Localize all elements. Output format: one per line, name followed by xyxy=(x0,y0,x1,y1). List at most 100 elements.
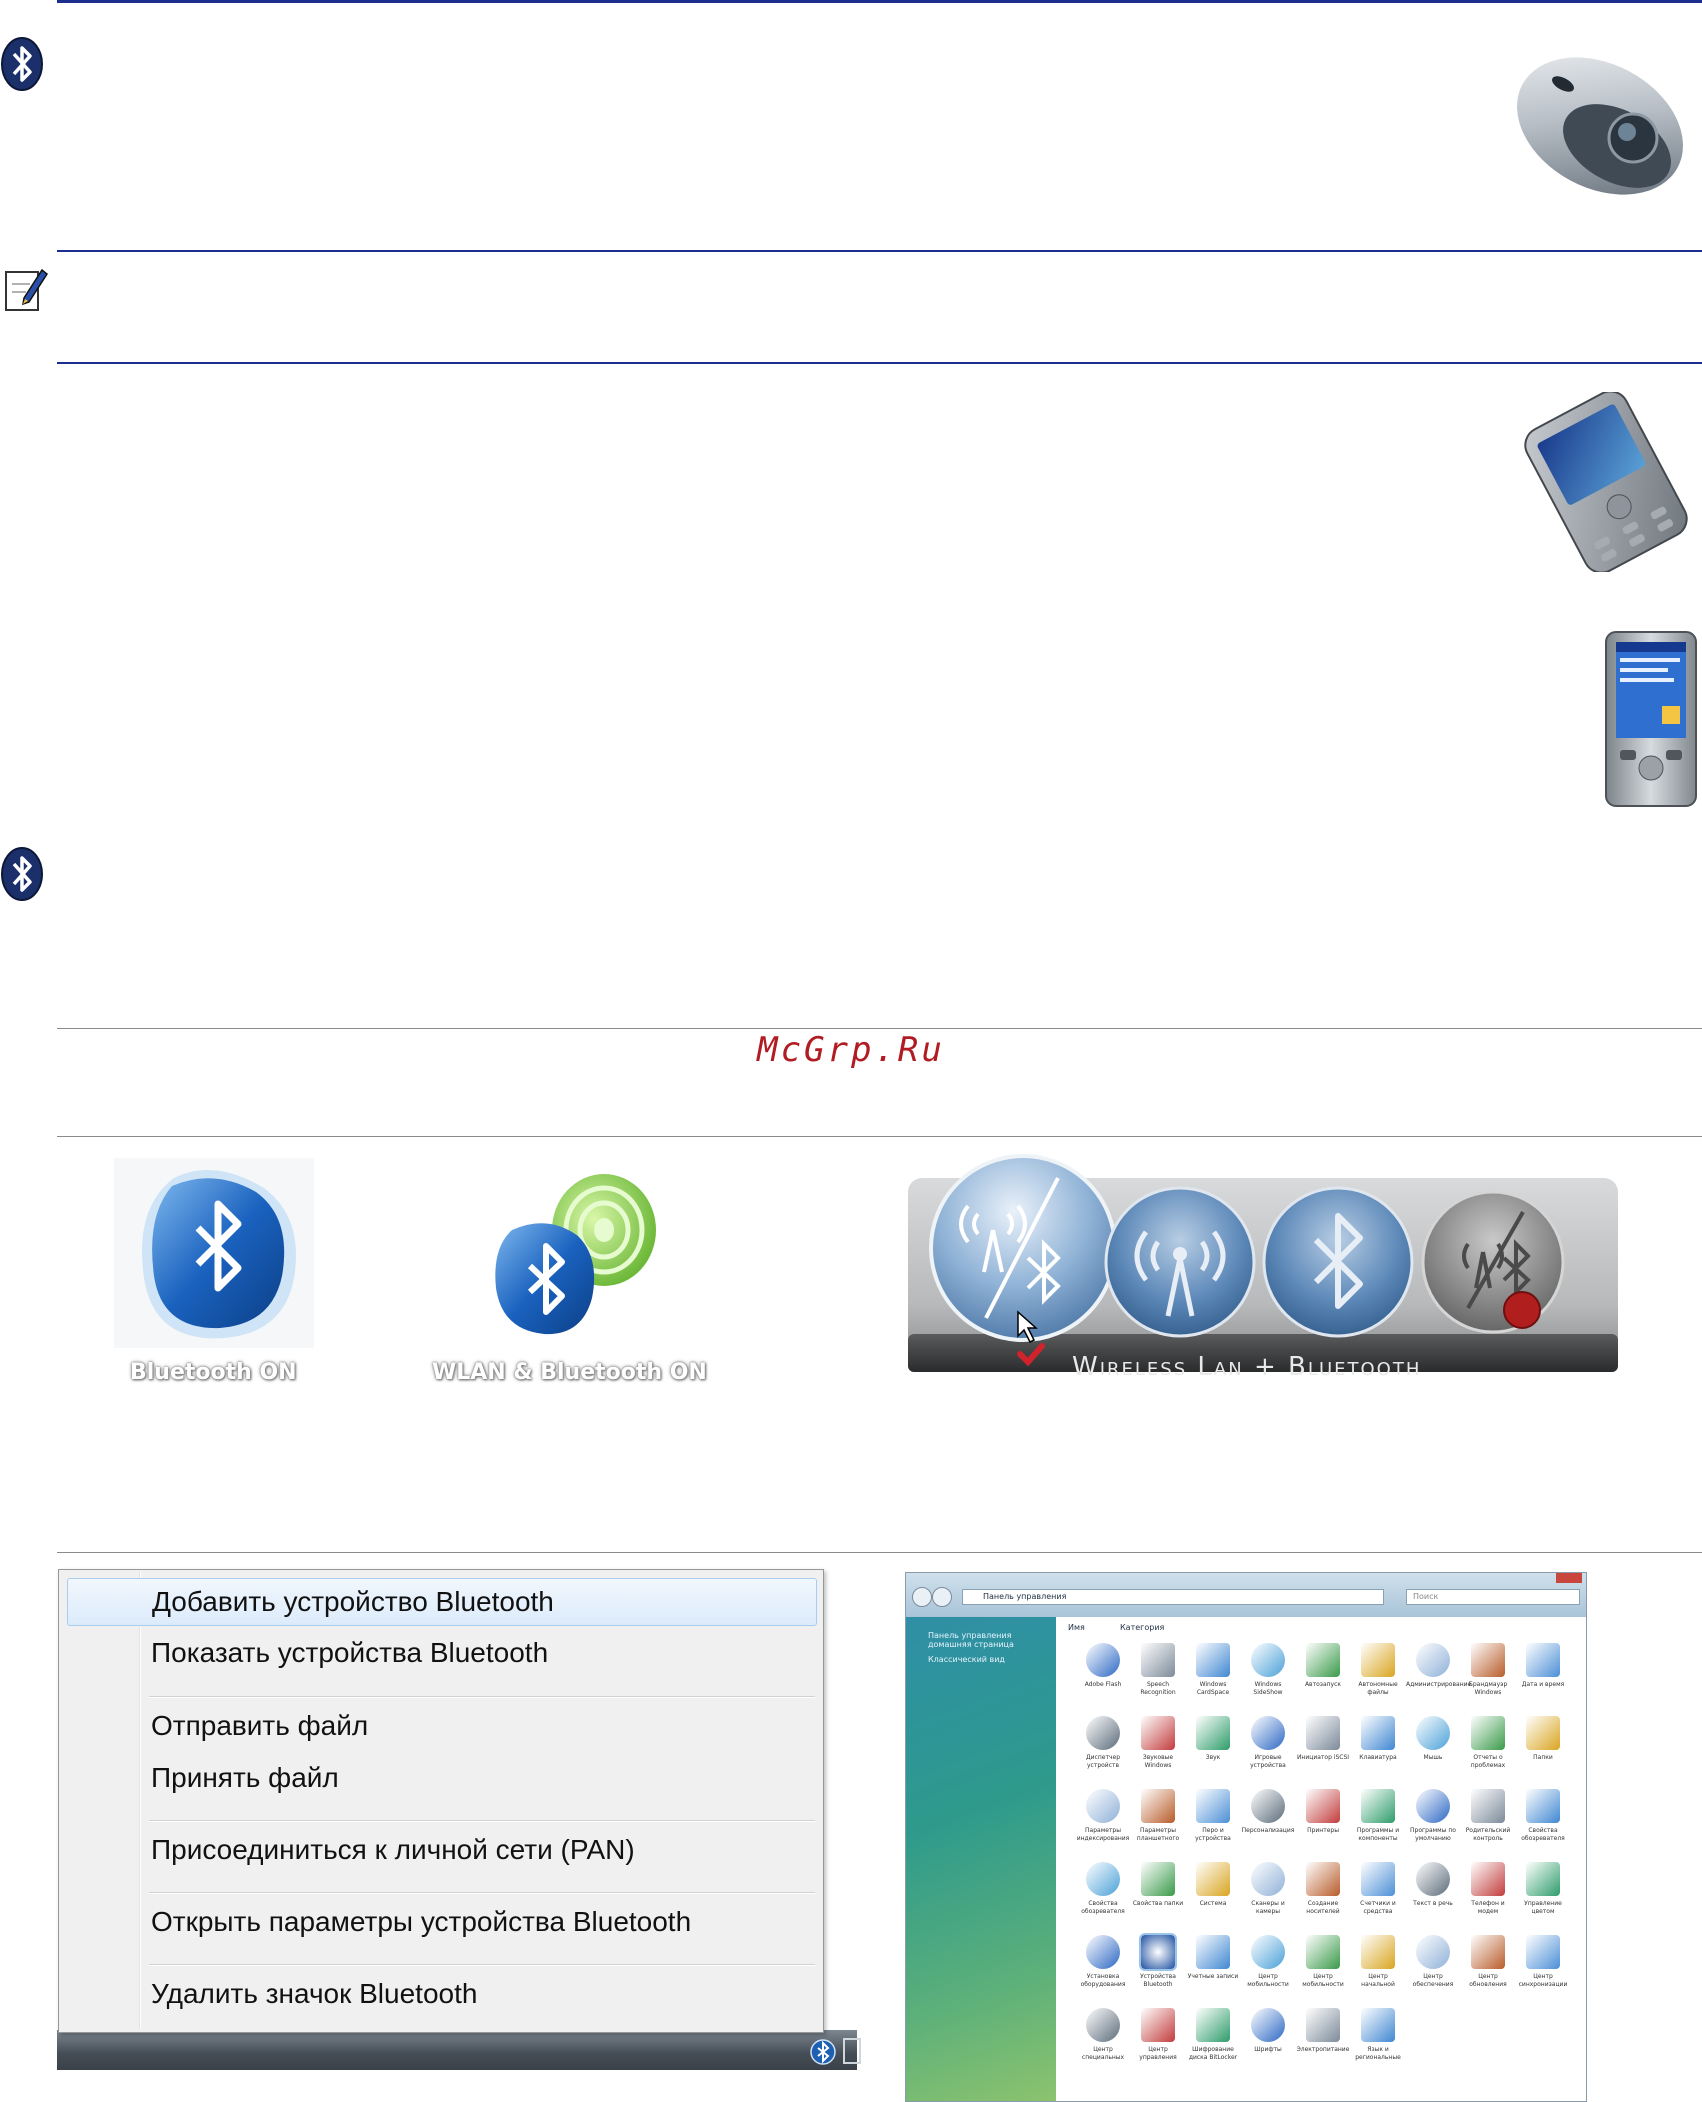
control-panel-item-icon[interactable] xyxy=(1361,1716,1395,1750)
control-panel-item-icon[interactable] xyxy=(1471,1935,1505,1969)
control-panel-item-label: Программы и компоненты xyxy=(1356,1827,1400,1842)
control-panel-item-icon[interactable] xyxy=(1196,1643,1230,1677)
control-panel-item-icon[interactable] xyxy=(1416,1935,1450,1969)
control-panel-item-icon[interactable] xyxy=(1306,1716,1340,1750)
wireless-mode-label: Wireless Lan + Bluetooth xyxy=(1072,1352,1422,1382)
control-panel-item-icon[interactable] xyxy=(1416,1716,1450,1750)
control-panel-item-label: Управление цветом xyxy=(1524,1900,1562,1915)
bluetooth-tray-icon[interactable] xyxy=(809,2038,837,2066)
control-panel-item-icon[interactable] xyxy=(1361,2008,1395,2042)
menu-separator xyxy=(149,1964,815,1966)
control-panel-item-label: Учетные записи xyxy=(1187,1973,1239,1980)
menu-item-label: Открыть параметры устройства Bluetooth xyxy=(151,1906,692,1937)
back-button[interactable] xyxy=(912,1587,932,1607)
search-field[interactable]: Поиск xyxy=(1406,1589,1580,1605)
menu-separator xyxy=(149,1892,815,1894)
control-panel-item-icon[interactable] xyxy=(1251,1862,1285,1896)
control-panel-item-label: Папки xyxy=(1533,1754,1553,1761)
menu-item-join-pan[interactable]: Присоединиться к личной сети (PAN) xyxy=(67,1827,815,1873)
control-panel-item-icon[interactable] xyxy=(1196,1862,1230,1896)
control-panel-item-label: Центр синхронизации xyxy=(1518,1973,1568,1988)
control-panel-item-icon[interactable] xyxy=(1141,1716,1175,1750)
control-panel-item-icon[interactable] xyxy=(1086,1862,1120,1896)
control-panel-item-icon[interactable] xyxy=(1086,1789,1120,1823)
control-panel-item-label: Администрирование xyxy=(1406,1681,1472,1688)
menu-item-remove-icon[interactable]: Удалить значок Bluetooth xyxy=(67,1971,815,2017)
control-panel-item-icon[interactable] xyxy=(1139,1933,1177,1971)
control-panel-item-icon[interactable] xyxy=(1086,1716,1120,1750)
control-panel-item-label: Игровые устройства xyxy=(1250,1754,1286,1769)
control-panel-item-icon[interactable] xyxy=(1086,1935,1120,1969)
control-panel-item-label: Создание носителей xyxy=(1306,1900,1340,1915)
control-panel-item-label: Дата и время xyxy=(1521,1681,1565,1688)
control-panel-item-icon[interactable] xyxy=(1141,1789,1175,1823)
control-panel-item-icon[interactable] xyxy=(1526,1643,1560,1677)
rule-above-screenshots xyxy=(57,1552,1702,1553)
menu-item-add-device[interactable]: Добавить устройство Bluetooth xyxy=(67,1578,817,1626)
control-panel-item-icon[interactable] xyxy=(1416,1789,1450,1823)
control-panel-item-icon[interactable] xyxy=(1471,1716,1505,1750)
rule-after-note xyxy=(57,362,1702,364)
control-panel-item-icon[interactable] xyxy=(1086,2008,1120,2042)
address-text: Панель управления xyxy=(983,1592,1067,1601)
control-panel-item-icon[interactable] xyxy=(1086,1643,1120,1677)
rule-above-watermark xyxy=(57,1028,1702,1029)
control-panel-item-icon[interactable] xyxy=(1471,1862,1505,1896)
forward-button[interactable] xyxy=(932,1587,952,1607)
control-panel-item-icon[interactable] xyxy=(1251,1716,1285,1750)
mobile-phone-image xyxy=(1524,392,1688,572)
control-panel-item-icon[interactable] xyxy=(1306,1935,1340,1969)
search-placeholder: Поиск xyxy=(1413,1592,1439,1601)
control-panel-item-icon[interactable] xyxy=(1361,1789,1395,1823)
control-panel-toolbar: Панель управления Поиск xyxy=(906,1573,1586,1617)
control-panel-item-icon[interactable] xyxy=(1196,2008,1230,2042)
column-header-name[interactable]: Имя xyxy=(1068,1623,1085,1632)
control-panel-item-icon[interactable] xyxy=(1416,1862,1450,1896)
sidebar-link-home[interactable]: Панель управления домашняя страница xyxy=(928,1631,1038,1649)
control-panel-item-label: Шрифты xyxy=(1254,2046,1282,2053)
control-panel-item-icon[interactable] xyxy=(1196,1789,1230,1823)
control-panel-item-icon[interactable] xyxy=(1471,1789,1505,1823)
sidebar-link-classic-view[interactable]: Классический вид xyxy=(928,1655,1038,1664)
control-panel-item-icon[interactable] xyxy=(1196,1716,1230,1750)
control-panel-item-icon[interactable] xyxy=(1306,1789,1340,1823)
control-panel-item-icon[interactable] xyxy=(1361,1862,1395,1896)
pda-image xyxy=(1605,631,1697,807)
control-panel-item-icon[interactable] xyxy=(1251,1643,1285,1677)
control-panel-item-icon[interactable] xyxy=(1306,2008,1340,2042)
control-panel-item-icon[interactable] xyxy=(1526,1935,1560,1969)
bluetooth-on-osd-icon xyxy=(114,1158,314,1348)
control-panel-item-icon[interactable] xyxy=(1141,2008,1175,2042)
control-panel-item-label: Speech Recognition xyxy=(1140,1681,1176,1696)
close-icon[interactable] xyxy=(1556,1573,1582,1583)
tray-icon[interactable] xyxy=(843,2038,861,2064)
control-panel-item-icon[interactable] xyxy=(1306,1643,1340,1677)
menu-item-open-settings[interactable]: Открыть параметры устройства Bluetooth xyxy=(67,1899,815,1945)
menu-item-show-devices[interactable]: Показать устройства Bluetooth xyxy=(67,1630,815,1676)
control-panel-item-icon[interactable] xyxy=(1526,1716,1560,1750)
address-bar[interactable]: Панель управления xyxy=(962,1589,1384,1605)
control-panel-item-icon[interactable] xyxy=(1471,1643,1505,1677)
control-panel-item-label: Автономные файлы xyxy=(1358,1681,1398,1696)
control-panel-item-icon[interactable] xyxy=(1141,1643,1175,1677)
control-panel-item-icon[interactable] xyxy=(1141,1862,1175,1896)
control-panel-item-icon[interactable] xyxy=(1361,1935,1395,1969)
control-panel-item-label: Родительский контроль xyxy=(1465,1827,1511,1842)
note-icon xyxy=(5,268,48,311)
control-panel-item-icon[interactable] xyxy=(1251,2008,1285,2042)
control-panel-item-icon[interactable] xyxy=(1251,1935,1285,1969)
control-panel-item-label: Windows SideShow xyxy=(1253,1681,1283,1696)
control-panel-item-label: Центр обновления xyxy=(1469,1973,1507,1988)
menu-item-send-file[interactable]: Отправить файл xyxy=(67,1703,815,1749)
control-panel-item-label: Устройства Bluetooth xyxy=(1140,1973,1176,1988)
control-panel-item-icon[interactable] xyxy=(1416,1643,1450,1677)
column-header-category[interactable]: Категория xyxy=(1120,1623,1164,1632)
control-panel-item-icon[interactable] xyxy=(1526,1862,1560,1896)
control-panel-item-label: Windows CardSpace xyxy=(1196,1681,1230,1696)
control-panel-item-icon[interactable] xyxy=(1526,1789,1560,1823)
control-panel-item-icon[interactable] xyxy=(1251,1789,1285,1823)
control-panel-item-icon[interactable] xyxy=(1196,1935,1230,1969)
menu-item-receive-file[interactable]: Принять файл xyxy=(67,1755,815,1801)
control-panel-item-icon[interactable] xyxy=(1306,1862,1340,1896)
control-panel-item-icon[interactable] xyxy=(1361,1643,1395,1677)
